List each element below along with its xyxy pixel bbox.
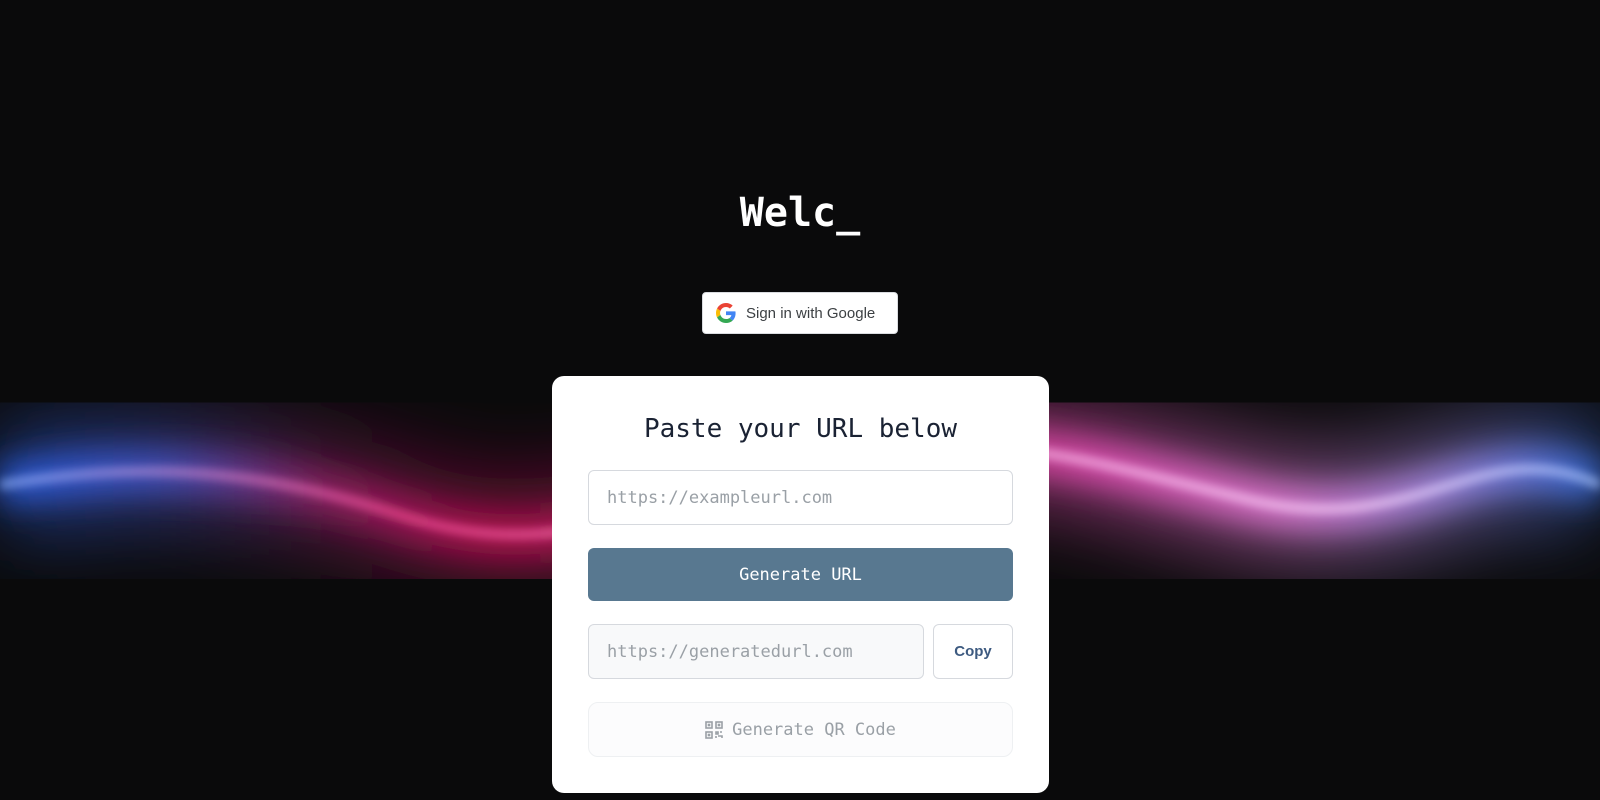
generated-url-field[interactable] (588, 624, 924, 679)
google-sign-in-button[interactable]: Sign in with Google (702, 292, 898, 334)
url-shortener-card: Paste your URL below Generate URL Copy G… (552, 376, 1049, 793)
generate-qr-code-button[interactable]: Generate QR Code (588, 702, 1013, 757)
card-title: Paste your URL below (643, 414, 958, 444)
google-sign-in-label: Sign in with Google (746, 304, 876, 322)
page-background: Welc_ Sign in with Google Paste your URL… (0, 0, 1600, 800)
welcome-headline: Welc_ (739, 190, 861, 236)
generate-qr-code-label: Generate QR Code (732, 719, 896, 740)
generate-url-button[interactable]: Generate URL (588, 548, 1013, 601)
google-g-icon (716, 303, 736, 323)
url-input[interactable] (588, 470, 1013, 525)
copy-button[interactable]: Copy (933, 624, 1013, 679)
qr-code-icon (705, 720, 723, 739)
